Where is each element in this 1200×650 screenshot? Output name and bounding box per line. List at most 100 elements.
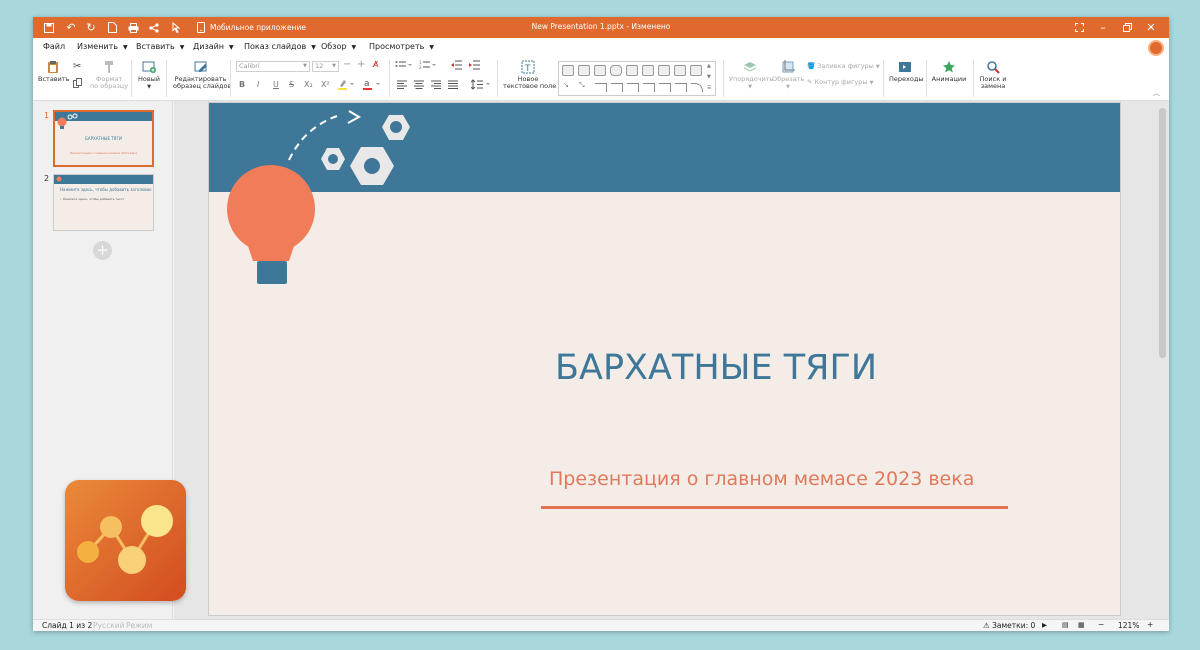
new-textbox-label-2: текстовое поле xyxy=(503,82,557,90)
add-slide-button[interactable]: + xyxy=(93,241,112,260)
notes-button[interactable]: ⚠ Заметки: 0 xyxy=(983,621,1035,630)
shapes-gallery[interactable]: ↘ ⤡ ▲ ▼ ☰ xyxy=(558,61,716,96)
thumbnail-subtitle: Презентация о главном мемасе 2023 века xyxy=(69,151,138,155)
menu-review[interactable]: Обзор ▼ xyxy=(321,42,356,51)
shape-outline-button[interactable]: ✎ Контур фигуры ▼ xyxy=(807,78,873,86)
slide-title[interactable]: БАРХАТНЫЕ ТЯГИ xyxy=(555,348,877,388)
avatar[interactable] xyxy=(1148,40,1164,56)
bullets-icon[interactable] xyxy=(395,60,413,72)
rectangle-shape-icon[interactable] xyxy=(642,65,654,76)
line-spacing-icon[interactable] xyxy=(470,79,491,92)
elbow-connector-icon[interactable] xyxy=(659,83,671,92)
maximize-button[interactable] xyxy=(1120,20,1134,35)
new-slide-button[interactable]: Новый ▼ xyxy=(136,60,162,91)
subscript-icon[interactable]: X₂ xyxy=(304,80,313,89)
highlight-icon[interactable] xyxy=(338,79,354,92)
svg-text:2: 2 xyxy=(419,65,422,70)
play-icon[interactable]: ▶ xyxy=(1042,621,1047,629)
lightbulb-icon xyxy=(56,176,62,184)
underline-icon[interactable]: U xyxy=(273,80,279,89)
superscript-icon[interactable]: X² xyxy=(321,80,330,89)
elbow-connector-icon[interactable] xyxy=(611,83,623,92)
menu-edit[interactable]: Изменить ▼ xyxy=(77,42,128,51)
font-name-value: Calibri xyxy=(239,62,260,70)
shape-fill-button[interactable]: 🪣 Заливка фигуры ▼ xyxy=(807,62,880,70)
gallery-up-icon[interactable]: ▲ xyxy=(707,63,711,69)
zoom-out-icon[interactable]: − xyxy=(1098,620,1104,629)
font-color-icon[interactable]: a xyxy=(363,78,381,92)
numbering-icon[interactable]: 12 xyxy=(419,60,437,72)
cut-icon[interactable]: ✂ xyxy=(73,61,81,72)
fullscreen-icon[interactable] xyxy=(1072,20,1086,35)
zoom-in-icon[interactable]: + xyxy=(1147,620,1153,629)
align-center-icon[interactable] xyxy=(414,80,424,91)
edit-master-button[interactable]: Редактировать образец слайдов xyxy=(173,60,231,90)
transitions-button[interactable]: Переходы xyxy=(889,60,923,83)
menu-design[interactable]: Дизайн ▼ xyxy=(193,42,234,51)
rectangle-shape-icon[interactable] xyxy=(562,65,574,76)
curved-connector-icon[interactable] xyxy=(691,83,703,92)
rounded-rect-shape-icon[interactable] xyxy=(610,65,622,76)
close-button[interactable]: ✕ xyxy=(1144,20,1158,35)
paste-button[interactable]: Вставить xyxy=(38,60,69,83)
menu-view[interactable]: Просмотреть ▼ xyxy=(369,42,434,51)
crop-button[interactable]: Обрезать ▼ xyxy=(772,60,804,91)
rectangle-shape-icon[interactable] xyxy=(658,65,670,76)
slide-thumbnail-1[interactable]: БАРХАТНЫЕ ТЯГИ Презентация о главном мем… xyxy=(53,110,154,167)
divider xyxy=(973,60,974,97)
line-arrow-icon[interactable]: ⤡ xyxy=(579,81,585,90)
outdent-icon[interactable] xyxy=(451,60,462,72)
new-textbox-button[interactable]: T Новое текстовое поле xyxy=(503,60,557,90)
elbow-connector-icon[interactable] xyxy=(627,83,639,92)
rectangle-shape-icon[interactable] xyxy=(690,65,702,76)
align-left-icon[interactable] xyxy=(397,80,407,91)
chevron-down-icon: ▼ xyxy=(351,44,357,51)
minimize-button[interactable]: – xyxy=(1096,20,1110,35)
chevron-down-icon: ▼ xyxy=(429,44,434,51)
rectangle-shape-icon[interactable] xyxy=(578,65,590,76)
gallery-more-icon[interactable]: ☰ xyxy=(707,85,711,91)
find-replace-button[interactable]: Поиск и замена xyxy=(978,60,1008,90)
strikethrough-icon[interactable]: S xyxy=(289,80,294,89)
menu-file[interactable]: Файл xyxy=(43,42,65,51)
format-painter-button[interactable]: Формат по образцу xyxy=(88,60,130,90)
rectangle-shape-icon[interactable] xyxy=(594,65,606,76)
format-painter-label-2: по образцу xyxy=(89,82,129,90)
increase-font-icon[interactable]: + xyxy=(357,59,365,70)
justify-icon[interactable] xyxy=(448,80,458,91)
slide-canvas[interactable]: БАРХАТНЫЕ ТЯГИ Презентация о главном мем… xyxy=(208,102,1121,616)
line-arrow-icon[interactable]: ↘ xyxy=(563,81,569,89)
zoom-level[interactable]: 121% xyxy=(1118,621,1139,630)
chevron-down-icon: ▼ xyxy=(748,84,752,90)
gear-icon xyxy=(67,113,78,120)
gallery-down-icon[interactable]: ▼ xyxy=(707,74,711,80)
clear-format-icon[interactable]: A̸ xyxy=(373,60,378,69)
elbow-connector-icon[interactable] xyxy=(643,83,655,92)
slide-subtitle[interactable]: Презентация о главном мемасе 2023 века xyxy=(549,468,974,490)
animations-button[interactable]: Анимации xyxy=(931,60,967,83)
language-indicator[interactable]: Русский xyxy=(93,621,125,630)
bold-icon[interactable]: B xyxy=(239,80,245,89)
indent-icon[interactable] xyxy=(469,60,480,72)
slide-thumbnail-2[interactable]: Нажмите здесь, чтобы добавить заголовок … xyxy=(53,174,154,231)
thumbnail-title: БАРХАТНЫЕ ТЯГИ xyxy=(85,136,122,141)
menu-slideshow[interactable]: Показ слайдов ▼ xyxy=(244,42,316,51)
arrange-button[interactable]: Упорядочить ▼ xyxy=(729,60,773,91)
italic-icon[interactable]: I xyxy=(257,80,259,89)
divider xyxy=(723,60,724,97)
collapse-ribbon-icon[interactable]: ︿ xyxy=(1153,88,1160,98)
copy-icon[interactable] xyxy=(73,78,82,90)
font-name-select[interactable]: Calibri ▼ xyxy=(236,61,310,72)
rectangle-shape-icon[interactable] xyxy=(674,65,686,76)
vertical-scrollbar[interactable] xyxy=(1159,108,1166,358)
rectangle-shape-icon[interactable] xyxy=(626,65,638,76)
decrease-font-icon[interactable]: − xyxy=(343,59,351,70)
elbow-connector-icon[interactable] xyxy=(595,83,607,92)
font-size-select[interactable]: 12 ▼ xyxy=(312,61,339,72)
sorter-view-icon[interactable]: ▦ xyxy=(1078,621,1085,629)
elbow-connector-icon[interactable] xyxy=(675,83,687,92)
menu-insert[interactable]: Вставить ▼ xyxy=(136,42,184,51)
mode-indicator[interactable]: Режим xyxy=(126,621,152,630)
align-right-icon[interactable] xyxy=(431,80,441,91)
normal-view-icon[interactable]: ▤ xyxy=(1062,621,1069,629)
